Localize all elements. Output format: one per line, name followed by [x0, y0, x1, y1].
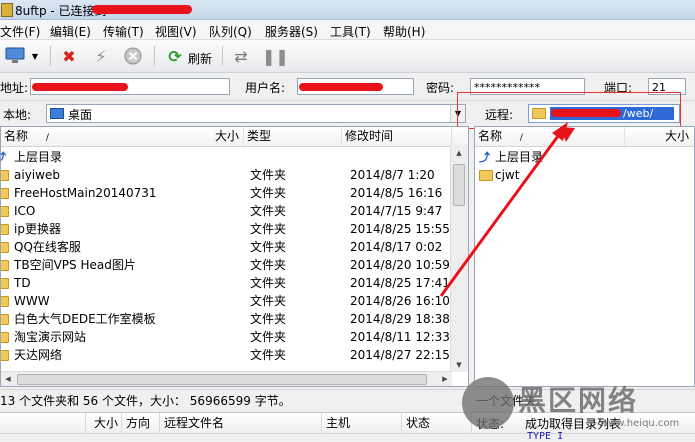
watermark-text: 黑区网络 [518, 384, 639, 417]
watermark-logo [462, 377, 514, 429]
watermark-url: www.heiqu.com [600, 418, 680, 429]
annotation-arrow [439, 135, 560, 297]
annotation-arrows [439, 122, 575, 297]
